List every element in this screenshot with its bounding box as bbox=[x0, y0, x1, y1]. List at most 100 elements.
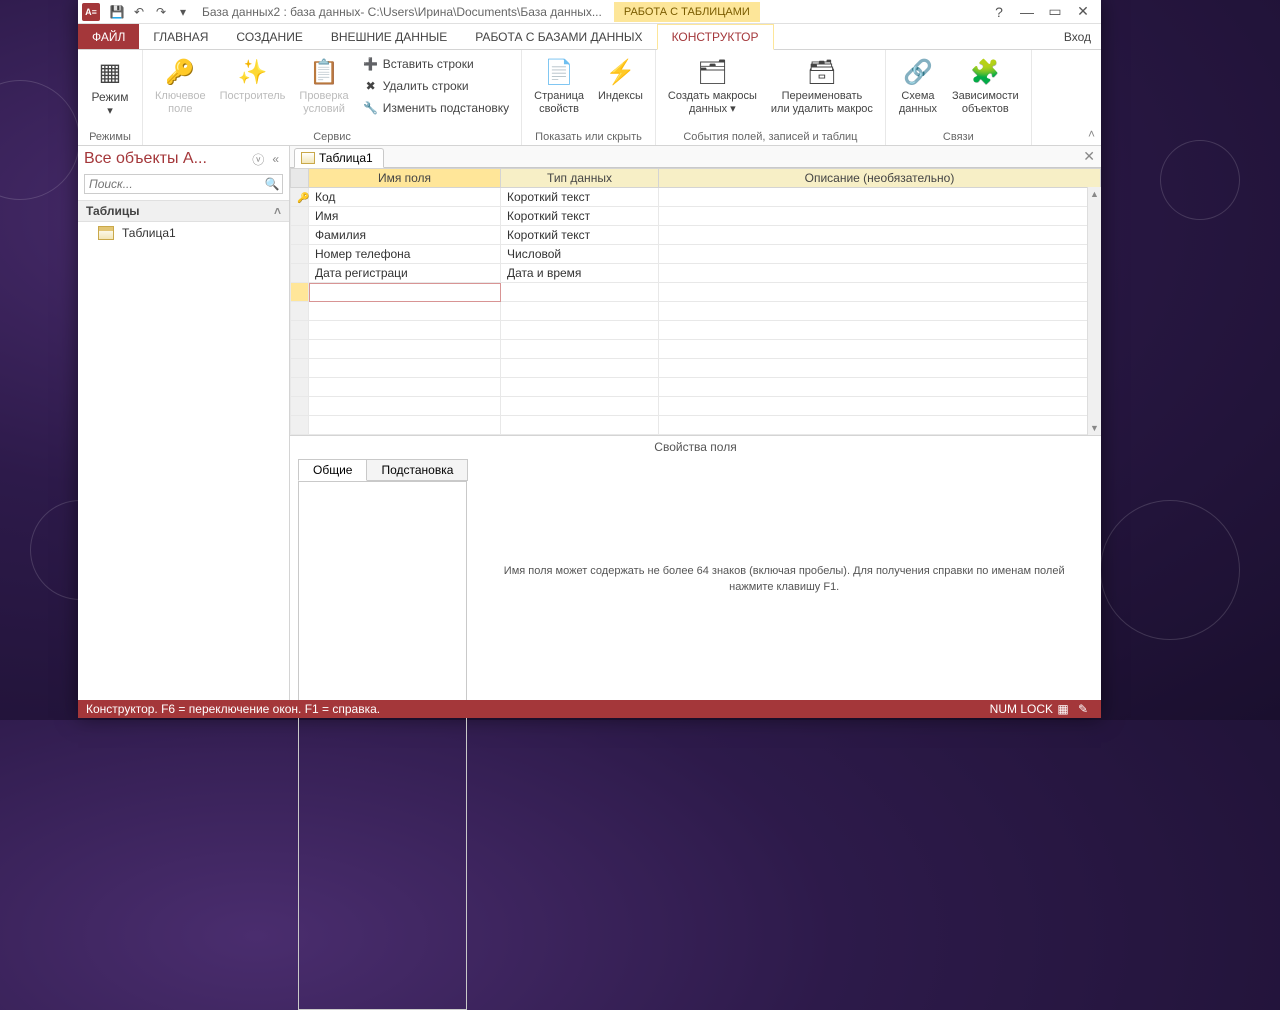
row-selector[interactable] bbox=[291, 321, 309, 340]
row-selector[interactable] bbox=[291, 283, 309, 302]
props-tab-lookup[interactable]: Подстановка bbox=[366, 459, 468, 481]
relationships-button[interactable]: 🔗 Схема данных bbox=[894, 54, 942, 118]
description-cell[interactable] bbox=[659, 226, 1101, 245]
property-sheet-button[interactable]: 📄 Страница свойств bbox=[530, 54, 588, 118]
row-selector[interactable] bbox=[291, 340, 309, 359]
redo-icon[interactable]: ↷ bbox=[150, 1, 172, 23]
data-type-cell[interactable] bbox=[501, 283, 659, 302]
field-name-cell[interactable]: Код bbox=[309, 188, 501, 207]
row-selector[interactable] bbox=[291, 226, 309, 245]
data-type-cell[interactable]: Короткий текст bbox=[501, 188, 659, 207]
qat-customize-icon[interactable]: ▾ bbox=[172, 1, 194, 23]
vertical-scrollbar[interactable]: ▲ ▼ bbox=[1087, 187, 1101, 435]
data-type-cell[interactable]: Числовой bbox=[501, 245, 659, 264]
minimize-button[interactable]: — bbox=[1013, 1, 1041, 23]
data-type-cell[interactable]: Короткий текст bbox=[501, 226, 659, 245]
data-type-cell[interactable] bbox=[501, 302, 659, 321]
row-selector[interactable] bbox=[291, 245, 309, 264]
description-cell[interactable] bbox=[659, 321, 1101, 340]
view-datasheet-icon[interactable]: ▦ bbox=[1053, 702, 1073, 716]
props-tab-general[interactable]: Общие bbox=[298, 459, 367, 481]
row-selector[interactable] bbox=[291, 378, 309, 397]
field-name-cell[interactable]: Номер телефона bbox=[309, 245, 501, 264]
nav-collapse-icon[interactable]: « bbox=[268, 152, 283, 166]
tab-file[interactable]: ФАЙЛ bbox=[78, 24, 139, 49]
data-type-cell[interactable] bbox=[501, 340, 659, 359]
nav-search-input[interactable] bbox=[85, 175, 262, 193]
nav-title[interactable]: Все объекты A... bbox=[84, 150, 248, 168]
field-name-cell[interactable] bbox=[309, 359, 501, 378]
signin-link[interactable]: Вход bbox=[1054, 24, 1101, 49]
close-document-icon[interactable]: ✕ bbox=[1083, 148, 1095, 165]
field-name-cell[interactable] bbox=[309, 302, 501, 321]
col-data-type[interactable]: Тип данных bbox=[501, 169, 659, 188]
props-grid[interactable] bbox=[298, 480, 467, 1010]
restore-button[interactable]: ▭ bbox=[1041, 1, 1069, 23]
search-icon[interactable]: 🔍 bbox=[262, 175, 282, 193]
description-cell[interactable] bbox=[659, 245, 1101, 264]
description-cell[interactable] bbox=[659, 283, 1101, 302]
undo-icon[interactable]: ↶ bbox=[128, 1, 150, 23]
field-name-cell[interactable] bbox=[309, 397, 501, 416]
description-cell[interactable] bbox=[659, 416, 1101, 435]
tab-db-tools[interactable]: РАБОТА С БАЗАМИ ДАННЫХ bbox=[461, 24, 656, 49]
help-icon[interactable]: ? bbox=[985, 1, 1013, 23]
data-type-cell[interactable] bbox=[501, 321, 659, 340]
create-macros-button[interactable]: 🗂 Создать макросы данных ▾ bbox=[664, 54, 761, 118]
field-name-cell[interactable]: Дата регистраци bbox=[309, 264, 501, 283]
modify-lookup-button[interactable]: 🔧Изменить подстановку bbox=[359, 98, 513, 118]
col-field-name[interactable]: Имя поля bbox=[309, 169, 501, 188]
description-cell[interactable] bbox=[659, 302, 1101, 321]
data-type-cell[interactable] bbox=[501, 378, 659, 397]
field-name-cell[interactable] bbox=[309, 321, 501, 340]
validation-button[interactable]: 📋 Проверка условий bbox=[295, 54, 352, 118]
document-tab-table1[interactable]: Таблица1 bbox=[294, 148, 384, 168]
insert-rows-button[interactable]: ➕Вставить строки bbox=[359, 54, 513, 74]
row-selector[interactable] bbox=[291, 397, 309, 416]
description-cell[interactable] bbox=[659, 264, 1101, 283]
view-button[interactable]: ▦ Режим▾ bbox=[86, 54, 134, 120]
field-name-cell[interactable] bbox=[309, 283, 501, 302]
tab-create[interactable]: СОЗДАНИЕ bbox=[222, 24, 316, 49]
primary-key-button[interactable]: 🔑 Ключевое поле bbox=[151, 54, 210, 118]
tab-home[interactable]: ГЛАВНАЯ bbox=[139, 24, 222, 49]
scroll-down-icon[interactable]: ▼ bbox=[1088, 421, 1101, 435]
row-selector[interactable] bbox=[291, 302, 309, 321]
data-type-cell[interactable] bbox=[501, 397, 659, 416]
nav-dropdown-icon[interactable]: ⓥ bbox=[248, 151, 268, 168]
description-cell[interactable] bbox=[659, 359, 1101, 378]
description-cell[interactable] bbox=[659, 207, 1101, 226]
field-name-cell[interactable] bbox=[309, 416, 501, 435]
data-type-cell[interactable]: Короткий текст bbox=[501, 207, 659, 226]
description-cell[interactable] bbox=[659, 378, 1101, 397]
description-cell[interactable] bbox=[659, 340, 1101, 359]
table-design-grid[interactable]: Имя поля Тип данных Описание (необязател… bbox=[290, 168, 1101, 436]
scroll-up-icon[interactable]: ▲ bbox=[1088, 187, 1101, 201]
data-type-cell[interactable]: Дата и время bbox=[501, 264, 659, 283]
object-deps-button[interactable]: 🧩 Зависимости объектов bbox=[948, 54, 1023, 118]
tab-design[interactable]: КОНСТРУКТОР bbox=[657, 24, 774, 50]
field-name-cell[interactable]: Фамилия bbox=[309, 226, 501, 245]
builder-button[interactable]: ✨ Построитель bbox=[216, 54, 290, 105]
nav-group-tables[interactable]: Таблицы ˄ bbox=[78, 200, 289, 222]
row-selector[interactable] bbox=[291, 416, 309, 435]
field-name-cell[interactable] bbox=[309, 378, 501, 397]
view-design-icon[interactable]: ✎ bbox=[1073, 702, 1093, 716]
col-description[interactable]: Описание (необязательно) bbox=[659, 169, 1101, 188]
description-cell[interactable] bbox=[659, 188, 1101, 207]
row-selector[interactable] bbox=[291, 207, 309, 226]
rename-delete-macro-button[interactable]: 🗃 Переименовать или удалить макрос bbox=[767, 54, 877, 118]
row-selector[interactable] bbox=[291, 359, 309, 378]
description-cell[interactable] bbox=[659, 397, 1101, 416]
field-name-cell[interactable]: Имя bbox=[309, 207, 501, 226]
indexes-button[interactable]: ⚡ Индексы bbox=[594, 54, 647, 105]
data-type-cell[interactable] bbox=[501, 416, 659, 435]
row-selector[interactable] bbox=[291, 264, 309, 283]
close-button[interactable]: ✕ bbox=[1069, 1, 1097, 23]
collapse-ribbon-icon[interactable]: ˄ bbox=[1088, 127, 1095, 141]
nav-item-table1[interactable]: Таблица1 bbox=[78, 222, 289, 244]
delete-rows-button[interactable]: ✖Удалить строки bbox=[359, 76, 513, 96]
tab-external-data[interactable]: ВНЕШНИЕ ДАННЫЕ bbox=[317, 24, 461, 49]
row-selector-header[interactable] bbox=[291, 169, 309, 188]
data-type-cell[interactable] bbox=[501, 359, 659, 378]
